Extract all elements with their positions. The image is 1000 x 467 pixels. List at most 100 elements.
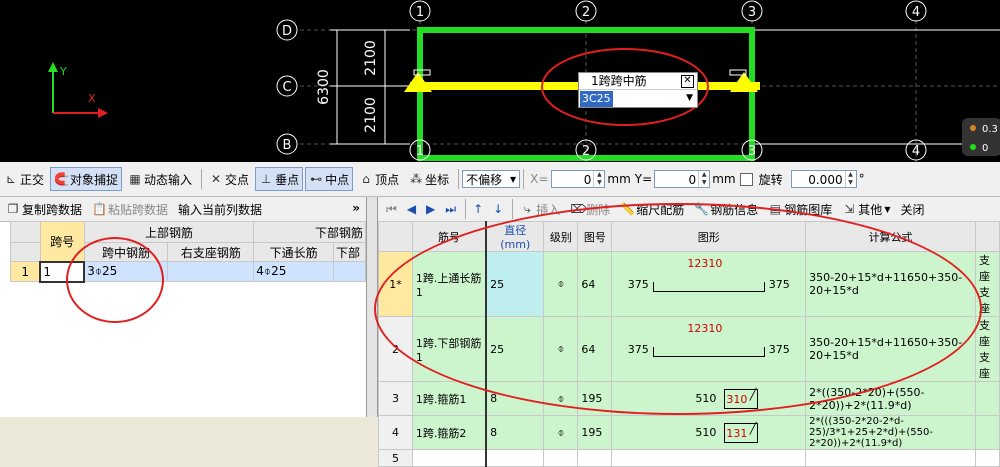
more-cell[interactable]: 支座 支座 [974, 251, 1000, 317]
hook-icon: ╱ [749, 387, 757, 401]
perpendicular-snap-button[interactable]: ⊥ 垂点 [255, 167, 304, 191]
empty-cell[interactable] [577, 449, 613, 467]
dynamic-input-button[interactable]: ▦ 动态输入 [124, 167, 196, 191]
collapse-icon[interactable]: » [352, 201, 360, 215]
paste-span-label: 粘贴跨数据 [108, 202, 169, 217]
more-cell[interactable] [974, 415, 1000, 450]
midpoint-snap-button[interactable]: ⊷ 中点 [305, 167, 354, 191]
more-cell[interactable] [974, 381, 1000, 416]
row-index[interactable]: 1 [10, 261, 41, 282]
figure-no-cell[interactable]: 195 [577, 415, 613, 450]
row-index[interactable]: 1* [378, 251, 413, 317]
span-rebar-popup[interactable]: 1跨跨中筋 ✕ 3C25 ▼ [578, 72, 698, 108]
rotate-input[interactable]: 0.000 ▲ ▼ [790, 170, 857, 188]
spinner-icon[interactable]: ▲ ▼ [844, 171, 856, 187]
spinner-icon[interactable]: ▲ ▼ [593, 171, 604, 187]
popup-rebar-combo[interactable]: 3C25 ▼ [579, 90, 697, 107]
more-cell[interactable]: 支座 支座 [974, 316, 1000, 382]
row-index[interactable]: 3 [378, 381, 413, 416]
bottom-through-cell[interactable]: 4⌽25 [253, 261, 334, 282]
y-offset-input[interactable]: 0 ▲ ▼ [654, 170, 711, 188]
popup-rebar-value[interactable]: 3C25 [580, 91, 613, 107]
row-index[interactable]: 2 [378, 316, 413, 382]
shape-left-length: 375 [627, 277, 649, 291]
empty-cell[interactable] [974, 449, 1000, 467]
grade-cell[interactable]: ⌽ [543, 251, 579, 317]
diameter-cell[interactable]: 8 [485, 415, 545, 450]
table-row[interactable]: 4 1跨.箍筋2 8 ⌽ 195 510 131 ╱ 2*(((350-2*20… [378, 415, 1000, 450]
chevron-down-icon[interactable]: ▼ [686, 90, 693, 106]
coordinate-snap-button[interactable]: ⁂ 坐标 [405, 167, 453, 191]
grade-cell[interactable]: ⌽ [543, 381, 579, 416]
empty-cell[interactable] [485, 449, 545, 467]
scale-match-button[interactable]: 📏 缩尺配筋 [616, 197, 688, 221]
diameter-cell[interactable]: 25 [485, 316, 545, 382]
formula-cell[interactable]: 2*(((350-2*20-2*d-25)/3*1+25+2*d)+(550-2… [805, 415, 976, 450]
table-row[interactable]: 3 1跨.箍筋1 8 ⌽ 195 510 310 ╱ 2*((350-2*20)… [378, 381, 1000, 416]
table-row[interactable]: 5 [378, 449, 1000, 467]
right-support-cell[interactable] [167, 261, 255, 282]
shape-cell[interactable]: 510 131 ╱ [611, 415, 807, 450]
coordinate-icon: ⁂ [410, 172, 423, 186]
paste-span-button[interactable]: 📋 粘贴跨数据 [88, 197, 172, 221]
shape-cell[interactable]: 375 375 12310 [611, 251, 807, 317]
mid-rebar-cell[interactable]: 3⌽25 [83, 261, 169, 282]
toolbar-divider [512, 199, 514, 219]
intersection-snap-button[interactable]: ✕ 交点 [205, 167, 253, 191]
last-record-icon[interactable]: ⏭ [441, 197, 460, 221]
insert-icon: ⤷ [523, 202, 531, 216]
next-record-icon[interactable]: ▶ [422, 197, 439, 221]
formula-cell[interactable]: 350-20+15*d+11650+350-20+15*d [805, 316, 976, 382]
object-snap-button[interactable]: 🧲 对象捕捉 [50, 167, 123, 191]
first-record-icon[interactable]: ⏮ [382, 197, 401, 221]
spinner-icon[interactable]: ▲ ▼ [698, 171, 709, 187]
move-up-icon[interactable]: ↑ [469, 197, 487, 221]
diameter-cell[interactable]: 25 [485, 251, 545, 317]
panel-splitter[interactable] [366, 197, 378, 417]
input-column-button[interactable]: 输入当前列数据 [174, 197, 266, 221]
vertex-icon: ⌂ [362, 172, 370, 186]
shape-cell[interactable]: 510 310 ╱ [611, 381, 807, 416]
copy-span-button[interactable]: ❐ 复制跨数据 [2, 197, 86, 221]
figure-no-cell[interactable]: 64 [577, 316, 613, 382]
table-row[interactable]: 1 1 3⌽25 4⌽25 [10, 260, 367, 283]
rebar-name-cell[interactable]: 1跨.上通长筋1 [411, 251, 487, 317]
shape-cell[interactable]: 375 375 12310 [611, 316, 807, 382]
empty-cell[interactable] [543, 449, 579, 467]
cad-viewport[interactable]: 1 2 3 4 D C B 1 2 3 4 2100 2100 6300 Y X [0, 0, 1000, 162]
ortho-button[interactable]: ⊾ 正交 [0, 167, 48, 191]
figure-no-cell[interactable]: 64 [577, 251, 613, 317]
empty-cell[interactable] [411, 449, 487, 467]
rebar-name-cell[interactable]: 1跨.箍筋2 [411, 415, 487, 450]
delete-button[interactable]: ⌦ 删除 [566, 197, 614, 221]
figure-no-cell[interactable]: 195 [577, 381, 613, 416]
row-index[interactable]: 4 [378, 415, 413, 450]
grade-cell[interactable]: ⌽ [543, 316, 579, 382]
diameter-cell[interactable]: 8 [485, 381, 545, 416]
table-row[interactable]: 1* 1跨.上通长筋1 25 ⌽ 64 375 375 12310 350-20… [378, 251, 1000, 317]
rebar-name-cell[interactable]: 1跨.下部钢筋1 [411, 316, 487, 382]
rebar-info-button[interactable]: 🔧 钢筋信息 [690, 197, 762, 221]
insert-button[interactable]: ⤷ 插入 [516, 197, 564, 221]
move-down-icon[interactable]: ↓ [489, 197, 507, 221]
rebar-name-cell[interactable]: 1跨.箍筋1 [411, 381, 487, 416]
rebar-library-button[interactable]: ▤ 钢筋图库 [764, 197, 836, 221]
prev-record-icon[interactable]: ◀ [403, 197, 420, 221]
offset-select[interactable]: 不偏移 ▼ [462, 170, 521, 188]
rotate-checkbox[interactable] [739, 172, 753, 186]
formula-cell[interactable]: 350-20+15*d+11650+350-20+15*d [805, 251, 976, 317]
x-offset-input[interactable]: 0 ▲ ▼ [551, 170, 606, 188]
other-menu-button[interactable]: ⇲ 其他 ▼ [838, 197, 894, 221]
empty-cell[interactable] [611, 449, 807, 467]
bottom-more-cell[interactable] [332, 261, 367, 282]
close-icon[interactable]: ✕ [681, 75, 694, 88]
span-cell[interactable]: 1 [39, 260, 86, 283]
table-row[interactable]: 2 1跨.下部钢筋1 25 ⌽ 64 375 375 12310 350-20+… [378, 316, 1000, 382]
empty-cell[interactable] [805, 449, 976, 467]
formula-cell[interactable]: 2*((350-2*20)+(550-2*20))+2*(11.9*d) [805, 381, 976, 416]
shape-mid-length: 12310 [687, 322, 723, 335]
close-button[interactable]: 关闭 [896, 197, 928, 221]
grade-cell[interactable]: ⌽ [543, 415, 579, 450]
row-index[interactable]: 5 [378, 449, 413, 467]
vertex-snap-button[interactable]: ⌂ 顶点 [355, 167, 403, 191]
